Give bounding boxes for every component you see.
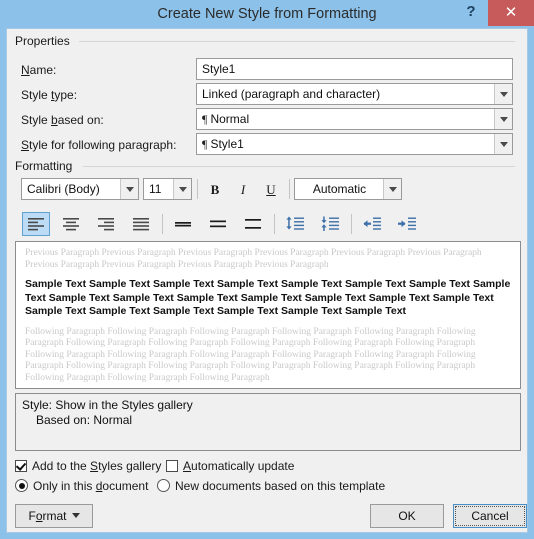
align-justify-button[interactable] [127, 212, 155, 236]
checkbox-checked-icon[interactable] [15, 460, 27, 472]
font-color-combo[interactable]: Automatic [294, 178, 402, 200]
style-following-combo[interactable]: ¶ Style1 [196, 133, 513, 155]
bold-button[interactable]: B [202, 179, 228, 201]
dialog-body: Properties Name: Style1 Style type: Link… [6, 28, 528, 533]
new-documents-label: New documents based on this template [175, 479, 386, 493]
name-input[interactable]: Style1 [196, 58, 513, 80]
font-size-value: 11 [149, 182, 162, 196]
style-type-value: Linked (paragraph and character) [202, 87, 381, 101]
style-based-on-value: ¶ Normal [202, 109, 492, 129]
style-based-on-label: Style based on: [21, 113, 104, 127]
style-type-combo[interactable]: Linked (paragraph and character) [196, 83, 513, 105]
toolbar-separator [197, 179, 198, 199]
style-based-on-text: Normal [210, 112, 250, 126]
increase-paragraph-spacing-button[interactable] [281, 212, 309, 236]
font-family-combo[interactable]: Calibri (Body) [21, 178, 139, 200]
chevron-down-icon[interactable] [173, 179, 191, 199]
toolbar-separator [289, 179, 290, 199]
decrease-indent-button[interactable] [358, 212, 386, 236]
preview-sample-text: Sample Text Sample Text Sample Text Samp… [25, 278, 511, 317]
chevron-down-icon[interactable] [383, 179, 401, 199]
pilcrow-icon: ¶ [202, 137, 208, 151]
line-spacing-single-button[interactable] [169, 212, 197, 236]
decrease-paragraph-spacing-icon [321, 216, 339, 231]
font-color-value: Automatic [312, 182, 367, 196]
toolbar-separator [351, 214, 352, 234]
formatting-group-label: Formatting [15, 159, 78, 173]
radio-selected-icon[interactable] [15, 479, 28, 492]
chevron-down-icon[interactable] [120, 179, 138, 199]
increase-indent-icon [398, 217, 416, 230]
align-center-button[interactable] [57, 212, 85, 236]
help-button[interactable]: ? [460, 0, 482, 24]
preview-following-paragraph: Following Paragraph Following Paragraph … [25, 326, 476, 383]
properties-group-divider [79, 41, 515, 42]
title-bar: Create New Style from Formatting ? ✕ [0, 0, 534, 28]
align-left-icon [28, 218, 44, 231]
line-spacing-1-5-button[interactable] [204, 212, 232, 236]
decrease-indent-icon [363, 217, 381, 230]
underline-button[interactable]: U [258, 179, 284, 201]
font-size-combo[interactable]: 11 [143, 178, 192, 200]
chevron-down-icon[interactable] [494, 84, 512, 104]
only-this-document-radio[interactable]: Only in this document [15, 479, 148, 493]
only-this-document-label: Only in this document [33, 479, 149, 493]
align-left-button[interactable] [22, 212, 50, 236]
increase-indent-button[interactable] [393, 212, 421, 236]
align-right-button[interactable] [92, 212, 120, 236]
align-right-icon [98, 218, 114, 231]
style-based-on-combo[interactable]: ¶ Normal [196, 108, 513, 130]
ok-button[interactable]: OK [370, 504, 444, 528]
automatically-update-label: Automatically update [183, 459, 295, 473]
style-type-label: Style type: [21, 88, 78, 102]
format-button-label: Format [28, 509, 67, 523]
description-line-based-on: Based on: Normal [36, 413, 133, 427]
line-spacing-double-icon [245, 219, 261, 229]
align-center-icon [63, 218, 79, 231]
description-line-style: Style: Show in the Styles gallery [22, 398, 193, 412]
close-icon[interactable]: ✕ [488, 0, 534, 26]
preview-previous-paragraph: Previous Paragraph Previous Paragraph Pr… [25, 248, 482, 270]
name-label: Name: [21, 63, 57, 77]
toolbar-separator [274, 214, 275, 234]
properties-group-label: Properties [15, 34, 75, 48]
add-to-styles-gallery-checkbox[interactable]: Add to the Styles gallery [15, 459, 161, 473]
pilcrow-icon: ¶ [202, 112, 208, 126]
style-following-label: Style for following paragraph: [21, 138, 177, 152]
decrease-paragraph-spacing-button[interactable] [316, 212, 344, 236]
checkbox-unchecked-icon[interactable] [166, 460, 178, 472]
caret-down-icon [71, 513, 80, 518]
line-spacing-1.5-icon [210, 220, 226, 228]
chevron-down-icon[interactable] [494, 134, 512, 154]
automatically-update-checkbox[interactable]: Automatically update [166, 459, 294, 473]
align-justify-icon [133, 218, 149, 231]
cancel-button[interactable]: Cancel [453, 504, 527, 528]
add-to-styles-gallery-label: Add to the Styles gallery [32, 459, 162, 473]
new-documents-radio[interactable]: New documents based on this template [157, 479, 385, 493]
style-preview-panel: Previous Paragraph Previous Paragraph Pr… [15, 241, 521, 389]
chevron-down-icon[interactable] [494, 109, 512, 129]
style-following-value: ¶ Style1 [202, 134, 492, 154]
style-following-text: Style1 [210, 137, 244, 151]
format-button[interactable]: Format [15, 504, 93, 528]
line-spacing-double-button[interactable] [239, 212, 267, 236]
font-family-value: Calibri (Body) [27, 182, 100, 196]
line-spacing-single-icon [175, 222, 191, 227]
increase-paragraph-spacing-icon [286, 216, 304, 230]
italic-button[interactable]: I [230, 179, 256, 201]
dialog-title: Create New Style from Formatting [157, 6, 377, 22]
radio-unselected-icon[interactable] [157, 479, 170, 492]
toolbar-separator [162, 214, 163, 234]
formatting-group-divider [83, 166, 515, 167]
style-description-panel: Style: Show in the Styles gallery Based … [15, 393, 521, 451]
